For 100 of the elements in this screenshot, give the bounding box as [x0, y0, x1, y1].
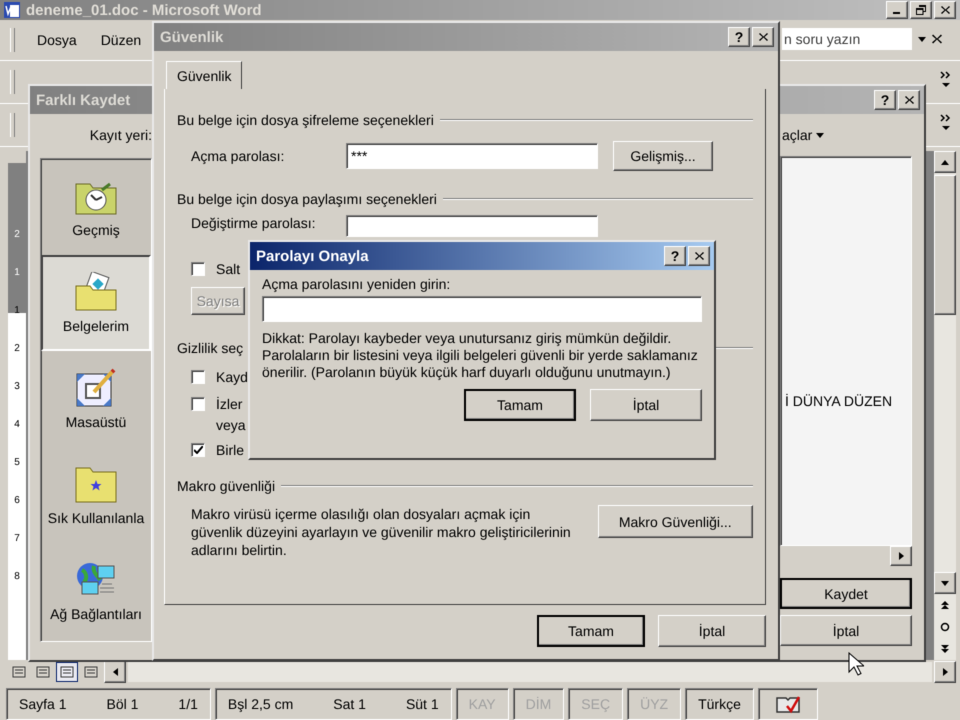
minimize-button[interactable]	[886, 1, 908, 19]
dialog-title: Parolayı Onayla	[256, 248, 369, 264]
window-title: deneme_01.doc - Microsoft Word	[26, 2, 262, 18]
double-down-arrow-icon	[941, 644, 949, 654]
cancel-button[interactable]: İptal	[590, 389, 702, 421]
scrollbar-thumb[interactable]	[934, 175, 956, 315]
ruler-number: 7	[14, 533, 20, 545]
mouse-cursor-icon	[848, 652, 864, 676]
status-text: Süt 1	[406, 696, 439, 712]
ruler-number: 2	[14, 229, 20, 241]
left-arrow-icon	[112, 668, 118, 676]
places-item[interactable]: Sık Kullanılanla	[41, 447, 151, 543]
cancel-button[interactable]: İptal	[780, 615, 912, 646]
section-heading: Bu belge için dosya şifreleme seçenekleri	[177, 111, 753, 129]
ruler-number: 6	[14, 495, 20, 507]
status-text: Sat 1	[333, 696, 366, 712]
menu-item[interactable]: Dosya	[25, 30, 89, 50]
desktop-pencil-icon	[74, 368, 118, 408]
page-view-icon	[60, 666, 74, 678]
checkbox[interactable]	[191, 262, 205, 276]
ruler-number: 5	[14, 457, 20, 469]
ok-button[interactable]: Tamam	[537, 615, 645, 647]
ruler-number: 4	[14, 419, 20, 431]
status-text: Bşl 2,5 cm	[228, 696, 294, 712]
field-label: Açma parolası:	[191, 148, 286, 164]
places-item[interactable]: Ağ Bağlantıları	[41, 543, 151, 639]
dialog-title: Güvenlik	[160, 28, 224, 46]
page-view-icon	[12, 666, 26, 678]
dialog-title: Farklı Kaydet	[36, 92, 130, 108]
tools-menu[interactable]: açlar	[780, 120, 912, 150]
save-in-label: Kayıt yeri:	[88, 126, 152, 145]
circle-icon	[940, 622, 950, 632]
checkbox-label: İzler	[216, 396, 244, 413]
macro-security-button[interactable]: Makro Güvenliği...	[598, 505, 753, 538]
ok-button[interactable]: Tamam	[464, 389, 576, 421]
dropdown-arrow-icon[interactable]	[918, 36, 926, 42]
file-name[interactable]: İ DÜNYA DÜZEN	[785, 393, 911, 409]
status-text: Sayfa 1	[19, 696, 66, 712]
ruler-number: 3	[14, 381, 20, 393]
help-button[interactable]: ?	[874, 90, 896, 110]
spelling-book-icon[interactable]	[774, 694, 801, 714]
help-button[interactable]: ?	[728, 27, 750, 47]
section-heading: Makro güvenliği	[177, 477, 753, 495]
scroll-right-button[interactable]	[934, 661, 956, 683]
ruler-number: 8	[14, 571, 20, 583]
places-item[interactable]: Geçmiş	[41, 159, 151, 255]
checkbox-label: Kayd	[216, 369, 248, 386]
checkbox[interactable]	[191, 397, 205, 411]
app-icon	[4, 2, 20, 18]
section-heading: Bu belge için dosya paylaşımı seçenekleri	[177, 190, 753, 208]
checkbox-label: veya	[216, 417, 246, 434]
toolbar-options-icon[interactable]	[940, 71, 952, 89]
help-search-field[interactable]: n soru yazın	[782, 28, 912, 50]
status-text: 1/1	[178, 696, 198, 712]
restore-button[interactable]	[910, 1, 932, 19]
cancel-button[interactable]: İptal	[658, 615, 766, 647]
scroll-down-button[interactable]	[934, 572, 956, 594]
down-arrow-icon	[941, 580, 949, 586]
password-field[interactable]	[346, 215, 598, 237]
caret-icon	[816, 132, 824, 138]
checkbox[interactable]	[191, 370, 205, 384]
password-field[interactable]: ***	[346, 143, 598, 169]
close-icon	[694, 252, 704, 260]
ruler-number: 2	[14, 343, 20, 355]
advanced-button[interactable]: Gelişmiş...	[613, 141, 713, 171]
close-button[interactable]	[934, 1, 956, 19]
close-icon	[758, 33, 768, 41]
close-button[interactable]	[752, 27, 774, 47]
close-button[interactable]	[898, 90, 920, 110]
view-button[interactable]	[56, 662, 78, 682]
scrollbar-track[interactable]	[128, 662, 932, 682]
places-item[interactable]: Masaüstü	[41, 351, 151, 447]
status-text: Türkçe	[698, 696, 741, 712]
field-label: Açma parolasını yeniden girin:	[262, 276, 452, 292]
checkbox-label: Birle	[216, 442, 244, 459]
close-button[interactable]	[688, 246, 710, 266]
status-text: Böl 1	[106, 696, 138, 712]
right-arrow-icon	[898, 552, 904, 560]
checkbox-label: Salt	[216, 261, 240, 277]
password-field[interactable]	[262, 296, 702, 322]
toolbar-options-icon[interactable]	[940, 114, 952, 132]
places-item[interactable]: Belgelerim	[41, 255, 151, 351]
macro-description: Makro virüsü içerme olasılığı olan dosyaları açmak için güvenlik düzeyini ayarlayın ve güvenilir makro geliştiricilerinin adlarını belirtin.	[191, 505, 572, 559]
up-arrow-icon	[941, 160, 949, 164]
checkbox[interactable]	[191, 443, 205, 457]
warning-text: Dikkat: Parolayı kaybeder veya unutursanız giriş mümkün değildir. Parolaların bir listesini veya ilgili belgeleri güvenli bir yerde saklamanız önerilir. (Parolanın büyük küçük harf duyarlı olduğunu unutmayın.)	[262, 330, 699, 381]
scroll-right-button[interactable]	[890, 546, 912, 566]
save-button[interactable]: Kaydet	[780, 578, 912, 609]
tab[interactable]: Güvenlik	[166, 61, 242, 89]
close-icon[interactable]	[932, 34, 942, 44]
scroll-up-button[interactable]	[934, 151, 956, 173]
ruler-number: 1	[14, 267, 20, 279]
scroll-left-button[interactable]	[104, 661, 126, 683]
documents-folder-icon	[74, 272, 118, 312]
field-label: Değiştirme parolası:	[191, 215, 316, 231]
help-button[interactable]: ?	[664, 246, 686, 266]
menu-item[interactable]: Düzen	[88, 30, 154, 50]
restore-icon	[916, 5, 926, 15]
page-view-icon	[84, 666, 98, 678]
right-arrow-icon	[942, 668, 948, 676]
